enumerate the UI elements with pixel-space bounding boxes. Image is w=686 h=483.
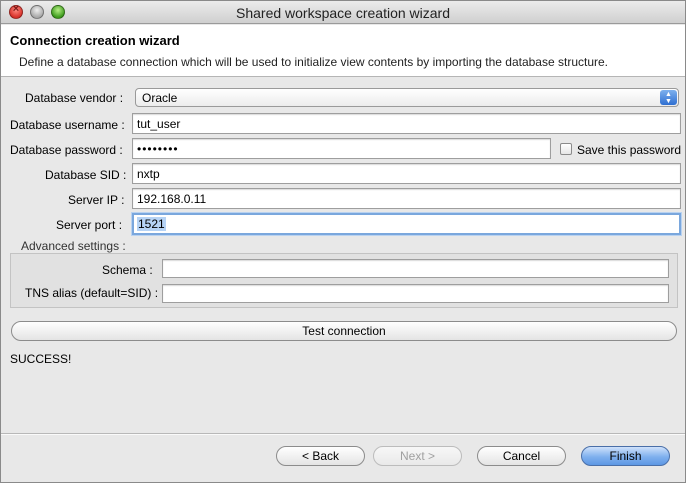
page-description: Define a database connection which will …	[19, 55, 609, 69]
page-title: Connection creation wizard	[10, 33, 180, 48]
wizard-window: × Shared workspace creation wizard Conne…	[0, 0, 686, 483]
wizard-header: Connection creation wizard Define a data…	[1, 25, 685, 77]
tns-alias-label: TNS alias (default=SID) :	[25, 286, 159, 300]
username-field[interactable]: tut_user	[132, 113, 681, 134]
username-label: Database username :	[10, 118, 125, 132]
status-message: SUCCESS!	[10, 352, 72, 366]
vendor-select[interactable]: Oracle ▲ ▼	[135, 88, 679, 107]
password-field[interactable]: ••••••••	[132, 138, 551, 159]
server-ip-field[interactable]: 192.168.0.11	[132, 188, 681, 209]
cancel-button[interactable]: Cancel	[477, 446, 566, 466]
server-ip-label: Server IP :	[68, 193, 125, 207]
schema-field[interactable]	[162, 259, 669, 278]
back-button[interactable]: < Back	[276, 446, 365, 466]
save-password-checkbox[interactable]	[560, 143, 572, 155]
select-arrows-icon: ▲ ▼	[660, 90, 677, 105]
password-label: Database password :	[10, 143, 123, 157]
vendor-value: Oracle	[142, 91, 178, 105]
finish-button[interactable]: Finish	[581, 446, 670, 466]
server-port-label: Server port :	[56, 218, 123, 232]
server-port-value: 1521	[137, 217, 166, 231]
next-button[interactable]: Next >	[373, 446, 462, 466]
server-port-field[interactable]: 1521	[132, 213, 681, 235]
title-bar: × Shared workspace creation wizard	[1, 1, 685, 24]
sid-label: Database SID :	[45, 168, 127, 182]
window-title: Shared workspace creation wizard	[236, 5, 450, 21]
sid-field[interactable]: nxtp	[132, 163, 681, 184]
save-password-label: Save this password	[577, 143, 682, 157]
advanced-settings-label: Advanced settings :	[21, 239, 126, 253]
test-connection-button[interactable]: Test connection	[11, 321, 677, 341]
vendor-label: Database vendor :	[25, 91, 124, 105]
footer-divider-highlight	[1, 434, 685, 435]
tns-alias-field[interactable]	[162, 284, 669, 303]
schema-label: Schema :	[102, 263, 153, 277]
